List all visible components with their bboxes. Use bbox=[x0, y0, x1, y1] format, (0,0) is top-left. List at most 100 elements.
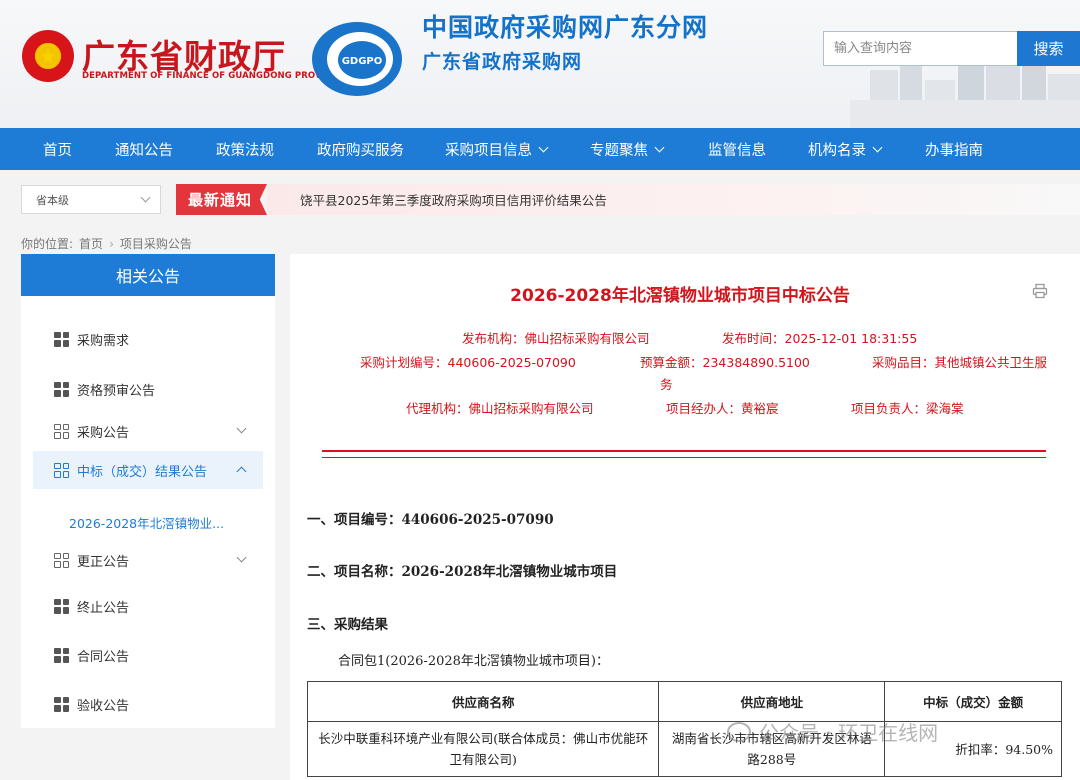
national-emblem-icon: ★ bbox=[22, 30, 74, 82]
article-panel: 2026-2028年北滘镇物业城市项目中标公告 发布机构：佛山招标采购有限公司 … bbox=[290, 254, 1080, 780]
sidebar-item-label: 终止公告 bbox=[77, 600, 130, 616]
supplier-name: 长沙中联重科环境产业有限公司(联合体成员：佛山市优能环卫有限公司) bbox=[306, 721, 660, 777]
nav-supervision[interactable]: 监管信息 bbox=[708, 128, 766, 170]
nav-label: 专题聚焦 bbox=[590, 142, 648, 159]
meta-value: 黄裕宸 bbox=[741, 401, 779, 416]
section-project-name: 二、项目名称：2026-2028年北滘镇物业城市项目 bbox=[307, 564, 618, 580]
sidebar-item-label: 采购公告 bbox=[77, 425, 130, 441]
nav-topics[interactable]: 专题聚焦 bbox=[590, 128, 665, 170]
sidebar-active-article-link[interactable]: 2026-2028年北滘镇物业... bbox=[69, 513, 224, 532]
watermark-text: 公众号 · 环卫在线网 bbox=[759, 721, 939, 745]
wechat-icon bbox=[727, 721, 751, 742]
nav-label: 采购项目信息 bbox=[445, 142, 532, 159]
search-button[interactable]: 搜索 bbox=[1017, 31, 1080, 66]
sidebar-item-acceptance[interactable]: 验收公告 bbox=[21, 685, 275, 723]
breadcrumb-prefix: 你的位置: bbox=[21, 237, 74, 251]
latest-notice-badge: 最新通知 bbox=[176, 184, 267, 215]
sidebar-item-correction[interactable]: 更正公告 bbox=[21, 541, 275, 579]
chevron-right-icon: › bbox=[109, 236, 114, 251]
nav-notices[interactable]: 通知公告 bbox=[115, 128, 173, 170]
section-project-number: 一、项目编号：440606-2025-07090 bbox=[307, 512, 554, 528]
nav-home[interactable]: 首页 bbox=[43, 128, 72, 170]
nav-label: 首页 bbox=[43, 142, 72, 159]
section-procurement-result: 三、采购结果 bbox=[307, 617, 388, 633]
grid-icon bbox=[54, 331, 69, 347]
meta-publish-time: 发布时间：2025-12-01 18:31:55 bbox=[722, 328, 917, 347]
site-subtitle: 广东省政府采购网 bbox=[422, 51, 583, 73]
sidebar-item-label: 中标（成交）结果公告 bbox=[77, 464, 208, 480]
sidebar-item-purchase-requirements[interactable]: 采购需求 bbox=[21, 320, 275, 358]
watermark: 公众号 · 环卫在线网 bbox=[727, 717, 938, 746]
meta-value: 佛山招标采购有限公司 bbox=[524, 331, 650, 346]
title-divider-thin bbox=[322, 457, 1046, 458]
latest-notice-link[interactable]: 饶平县2025年第三季度政府采购项目信用评价结果公告 bbox=[300, 190, 607, 209]
meta-key: 采购品目： bbox=[872, 355, 935, 370]
chevron-down-icon bbox=[236, 423, 247, 434]
main-nav: 首页 通知公告 政策法规 政府购买服务 采购项目信息 专题聚焦 监管信息 机构名… bbox=[0, 128, 1080, 170]
sidebar-item-termination[interactable]: 终止公告 bbox=[21, 587, 275, 625]
print-icon[interactable] bbox=[1032, 283, 1048, 299]
meta-key: 代理机构： bbox=[406, 401, 469, 416]
sidebar-item-label: 验收公告 bbox=[77, 698, 130, 714]
sidebar-item-label: 采购需求 bbox=[77, 333, 130, 349]
nav-procurement-info[interactable]: 采购项目信息 bbox=[445, 128, 549, 170]
meta-value: 佛山招标采购有限公司 bbox=[468, 401, 594, 416]
sidebar-item-contract[interactable]: 合同公告 bbox=[21, 636, 275, 674]
sidebar-item-label: 合同公告 bbox=[77, 649, 130, 665]
grid-icon bbox=[54, 647, 69, 663]
chevron-down-icon bbox=[872, 142, 883, 152]
meta-value: 梁海棠 bbox=[926, 401, 964, 416]
grid-icon bbox=[54, 696, 69, 712]
chevron-down-icon bbox=[236, 552, 247, 563]
grid-icon bbox=[54, 381, 69, 397]
nav-label: 监管信息 bbox=[708, 142, 766, 159]
nav-label: 政策法规 bbox=[216, 142, 274, 159]
breadcrumb: 你的位置: 首页 › 项目采购公告 bbox=[21, 235, 192, 252]
meta-key: 预算金额： bbox=[640, 355, 703, 370]
level-select[interactable]: 省本级 bbox=[21, 185, 161, 214]
nav-label: 办事指南 bbox=[925, 142, 983, 159]
meta-value: 2025-12-01 18:31:55 bbox=[784, 331, 918, 346]
contract-package-label: 合同包1(2026-2028年北滘镇物业城市项目)： bbox=[338, 654, 609, 669]
breadcrumb-home[interactable]: 首页 bbox=[79, 235, 103, 252]
grid-icon bbox=[54, 423, 69, 439]
meta-publisher: 发布机构：佛山招标采购有限公司 bbox=[462, 328, 650, 347]
meta-value: 234384890.5100 bbox=[702, 355, 810, 370]
meta-key: 发布时间： bbox=[722, 331, 785, 346]
meta-budget: 预算金额：234384890.5100 bbox=[640, 352, 810, 371]
nav-label: 通知公告 bbox=[115, 142, 173, 159]
chevron-down-icon bbox=[140, 192, 151, 203]
search-input[interactable] bbox=[823, 31, 1018, 66]
title-divider bbox=[322, 450, 1046, 452]
nav-directory[interactable]: 机构名录 bbox=[808, 128, 883, 170]
meta-agency: 代理机构：佛山招标采购有限公司 bbox=[406, 398, 594, 417]
level-select-value: 省本级 bbox=[36, 193, 69, 207]
grid-icon bbox=[54, 598, 69, 614]
sidebar-title: 相关公告 bbox=[21, 254, 275, 296]
nav-policies[interactable]: 政策法规 bbox=[216, 128, 274, 170]
site-title[interactable]: 中国政府采购网广东分网 bbox=[422, 8, 708, 44]
gdgpo-logo[interactable]: GDGPO bbox=[310, 20, 404, 98]
article-title: 2026-2028年北滘镇物业城市项目中标公告 bbox=[510, 286, 850, 306]
sidebar: 相关公告 采购需求 资格预审公告 采购公告 中标（成交）结果公告 更正公告 终止… bbox=[21, 254, 275, 728]
sidebar-item-label: 资格预审公告 bbox=[77, 383, 156, 399]
result-table: 供应商名称 供应商地址 中标（成交）金额 长沙中联重科环境产业有限公司(联合体成… bbox=[306, 681, 1062, 777]
sidebar-item-procurement-notice[interactable]: 采购公告 bbox=[21, 412, 275, 450]
nav-gov-services[interactable]: 政府购买服务 bbox=[317, 128, 404, 170]
meta-key: 项目负责人： bbox=[851, 401, 927, 416]
sidebar-item-award-result[interactable]: 中标（成交）结果公告 bbox=[33, 451, 263, 489]
chevron-down-icon bbox=[654, 142, 665, 152]
meta-value: 440606-2025-07090 bbox=[447, 355, 576, 370]
meta-category-wrap: 务 bbox=[660, 377, 673, 392]
meta-value: 其他城镇公共卫生服 bbox=[934, 355, 1048, 370]
meta-key: 发布机构： bbox=[462, 331, 525, 346]
table-header: 供应商地址 bbox=[658, 681, 886, 722]
nav-guide[interactable]: 办事指南 bbox=[925, 128, 983, 170]
sidebar-item-prequalification[interactable]: 资格预审公告 bbox=[21, 370, 275, 408]
meta-handler: 项目经办人：黄裕宸 bbox=[666, 398, 779, 417]
sidebar-item-label: 更正公告 bbox=[77, 554, 130, 570]
table-row: 长沙中联重科环境产业有限公司(联合体成员：佛山市优能环卫有限公司) 湖南省长沙市… bbox=[306, 721, 1062, 777]
table-header-row: 供应商名称 供应商地址 中标（成交）金额 bbox=[306, 681, 1062, 722]
site-header: ★ 广东省财政厅 DEPARTMENT OF FINANCE OF GUANGD… bbox=[0, 0, 1080, 128]
breadcrumb-current[interactable]: 项目采购公告 bbox=[120, 235, 192, 252]
